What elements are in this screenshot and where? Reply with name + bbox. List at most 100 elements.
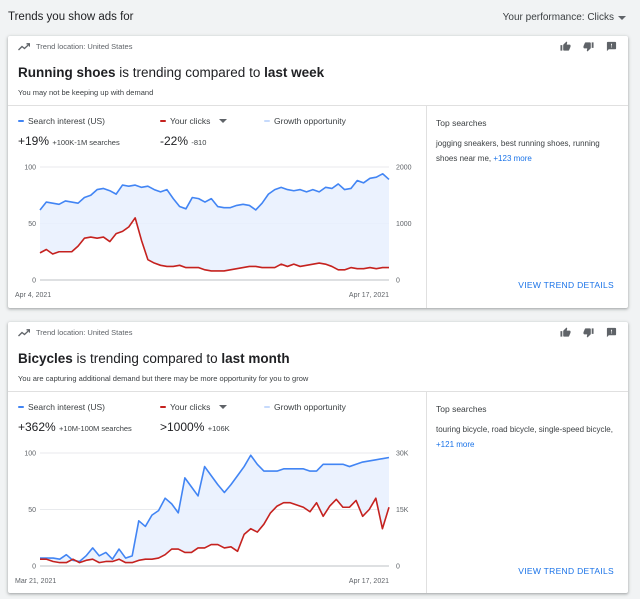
search-stat-value: +19% bbox=[18, 134, 50, 148]
thumbs-up-icon[interactable] bbox=[559, 40, 572, 53]
clicks-stat: -22% -810 bbox=[160, 134, 206, 148]
performance-dropdown[interactable]: Your performance: Clicks bbox=[503, 12, 626, 23]
view-trend-details-button[interactable]: VIEW TREND DETAILS bbox=[518, 566, 614, 576]
growth-opportunity-area bbox=[40, 455, 389, 563]
headline-period: last month bbox=[221, 351, 290, 366]
y-left-tick-label: 50 bbox=[28, 507, 36, 514]
card-body: Search interest (US) Your clicks Growth … bbox=[8, 106, 628, 308]
legend-growth-opportunity[interactable]: Growth opportunity bbox=[264, 116, 346, 126]
divider bbox=[426, 392, 427, 593]
card-body: Search interest (US) Your clicks Growth … bbox=[8, 392, 628, 593]
card-headline: Running shoes is trending compared to la… bbox=[18, 65, 324, 80]
search-stat: +19% +100K-1M searches bbox=[18, 134, 120, 148]
chevron-down-icon bbox=[219, 405, 228, 409]
thumbs-down-icon[interactable] bbox=[582, 326, 595, 339]
legend-growth-label: Growth opportunity bbox=[274, 116, 346, 126]
feedback-buttons bbox=[559, 40, 618, 53]
feedback-buttons bbox=[559, 326, 618, 339]
more-searches-link[interactable]: +121 more bbox=[436, 440, 474, 449]
headline-term: Running shoes bbox=[18, 65, 116, 80]
top-searches-title: Top searches bbox=[436, 404, 487, 414]
y-left-tick-label: 0 bbox=[32, 278, 36, 285]
search-stat: +362% +10M-100M searches bbox=[18, 420, 132, 434]
trend-location-text: Trend location: United States bbox=[36, 328, 133, 337]
card-subtitle: You may not be keeping up with demand bbox=[18, 88, 154, 97]
legend-swatch-blue bbox=[18, 406, 24, 408]
chevron-down-icon bbox=[618, 15, 626, 20]
legend-your-clicks[interactable]: Your clicks bbox=[160, 116, 264, 126]
search-stat-range: +100K-1M searches bbox=[52, 138, 120, 147]
chart-legend: Search interest (US) Your clicks Growth … bbox=[18, 116, 346, 126]
legend-growth-label: Growth opportunity bbox=[274, 402, 346, 412]
legend-clicks-label: Your clicks bbox=[170, 116, 211, 126]
trend-location: Trend location: United States bbox=[18, 42, 132, 51]
legend-search-label: Search interest (US) bbox=[28, 116, 105, 126]
performance-label: Your performance: Clicks bbox=[502, 12, 614, 23]
divider bbox=[426, 106, 427, 308]
legend-search-interest[interactable]: Search interest (US) bbox=[18, 402, 160, 412]
feedback-icon[interactable] bbox=[605, 326, 618, 339]
clicks-stat-value: -22% bbox=[160, 134, 189, 148]
legend-growth-opportunity[interactable]: Growth opportunity bbox=[264, 402, 346, 412]
y-left-tick-label: 50 bbox=[28, 221, 36, 228]
legend-swatch-light-blue bbox=[264, 120, 270, 122]
legend-your-clicks[interactable]: Your clicks bbox=[160, 402, 264, 412]
headline-term: Bicycles bbox=[18, 351, 73, 366]
y-right-tick-label: 0 bbox=[396, 564, 400, 571]
legend-swatch-light-blue bbox=[264, 406, 270, 408]
search-stat-value: +362% bbox=[18, 420, 56, 434]
thumbs-up-icon[interactable] bbox=[559, 326, 572, 339]
headline-mid: is trending compared to bbox=[72, 351, 222, 366]
y-right-tick-label: 30K bbox=[396, 451, 409, 458]
headline-mid: is trending compared to bbox=[115, 65, 265, 80]
y-right-tick-label: 1000 bbox=[396, 221, 412, 228]
legend-swatch-blue bbox=[18, 120, 24, 122]
x-start-label: Mar 21, 2021 bbox=[15, 578, 56, 585]
y-left-tick-label: 100 bbox=[24, 165, 36, 172]
y-right-tick-label: 0 bbox=[396, 278, 400, 285]
view-trend-details-button[interactable]: VIEW TREND DETAILS bbox=[518, 280, 614, 290]
trend-location-text: Trend location: United States bbox=[36, 42, 133, 51]
chevron-down-icon bbox=[219, 119, 228, 123]
top-searches-list: jogging sneakers, best running shoes, ru… bbox=[436, 136, 620, 166]
top-bar: Trends you show ads for Your performance… bbox=[0, 0, 640, 34]
clicks-stat: >1000% +106K bbox=[160, 420, 230, 434]
clicks-stat-value: >1000% bbox=[160, 420, 205, 434]
y-right-tick-label: 2000 bbox=[396, 165, 412, 172]
headline-period: last week bbox=[264, 65, 325, 80]
top-searches-list: touring bicycle, road bicycle, single-sp… bbox=[436, 422, 620, 452]
chart-legend: Search interest (US) Your clicks Growth … bbox=[18, 402, 346, 412]
card-header: Trend location: United States Bicycles i… bbox=[8, 322, 628, 392]
top-searches-terms: touring bicycle, road bicycle, single-sp… bbox=[436, 425, 613, 434]
top-searches-title: Top searches bbox=[436, 118, 487, 128]
x-start-label: Apr 4, 2021 bbox=[15, 292, 51, 299]
legend-search-label: Search interest (US) bbox=[28, 402, 105, 412]
search-stat-range: +10M-100M searches bbox=[59, 424, 132, 433]
thumbs-down-icon[interactable] bbox=[582, 40, 595, 53]
y-left-tick-label: 100 bbox=[24, 451, 36, 458]
trend-chart: 100 30K 50 15K 0 0 Mar 21, 2021 Apr 17, 2021 bbox=[15, 451, 409, 586]
card-header: Trend location: United States Running sh… bbox=[8, 36, 628, 106]
clicks-stat-delta: -810 bbox=[191, 138, 207, 147]
more-searches-link[interactable]: +123 more bbox=[493, 154, 531, 163]
page-title: Trends you show ads for bbox=[8, 11, 134, 23]
growth-opportunity-area bbox=[40, 173, 389, 271]
legend-swatch-red bbox=[160, 120, 166, 122]
legend-clicks-label: Your clicks bbox=[170, 402, 211, 412]
trend-chart: 100 2000 50 1000 0 0 Apr 4, 2021 Apr 17, 2021 bbox=[15, 165, 412, 300]
trend-card-bicycles: Trend location: United States Bicycles i… bbox=[8, 322, 628, 593]
x-end-label: Apr 17, 2021 bbox=[349, 292, 389, 299]
x-end-label: Apr 17, 2021 bbox=[349, 578, 389, 585]
trending-up-icon bbox=[18, 328, 30, 336]
legend-search-interest[interactable]: Search interest (US) bbox=[18, 116, 160, 126]
y-left-tick-label: 0 bbox=[32, 564, 36, 571]
clicks-stat-delta: +106K bbox=[207, 424, 230, 433]
card-headline: Bicycles is trending compared to last mo… bbox=[18, 351, 290, 366]
feedback-icon[interactable] bbox=[605, 40, 618, 53]
trend-card-running-shoes: Trend location: United States Running sh… bbox=[8, 36, 628, 308]
trending-up-icon bbox=[18, 42, 30, 50]
trend-location: Trend location: United States bbox=[18, 328, 132, 337]
legend-swatch-red bbox=[160, 406, 166, 408]
y-right-tick-label: 15K bbox=[396, 507, 409, 514]
card-subtitle: You are capturing additional demand but … bbox=[18, 374, 309, 383]
